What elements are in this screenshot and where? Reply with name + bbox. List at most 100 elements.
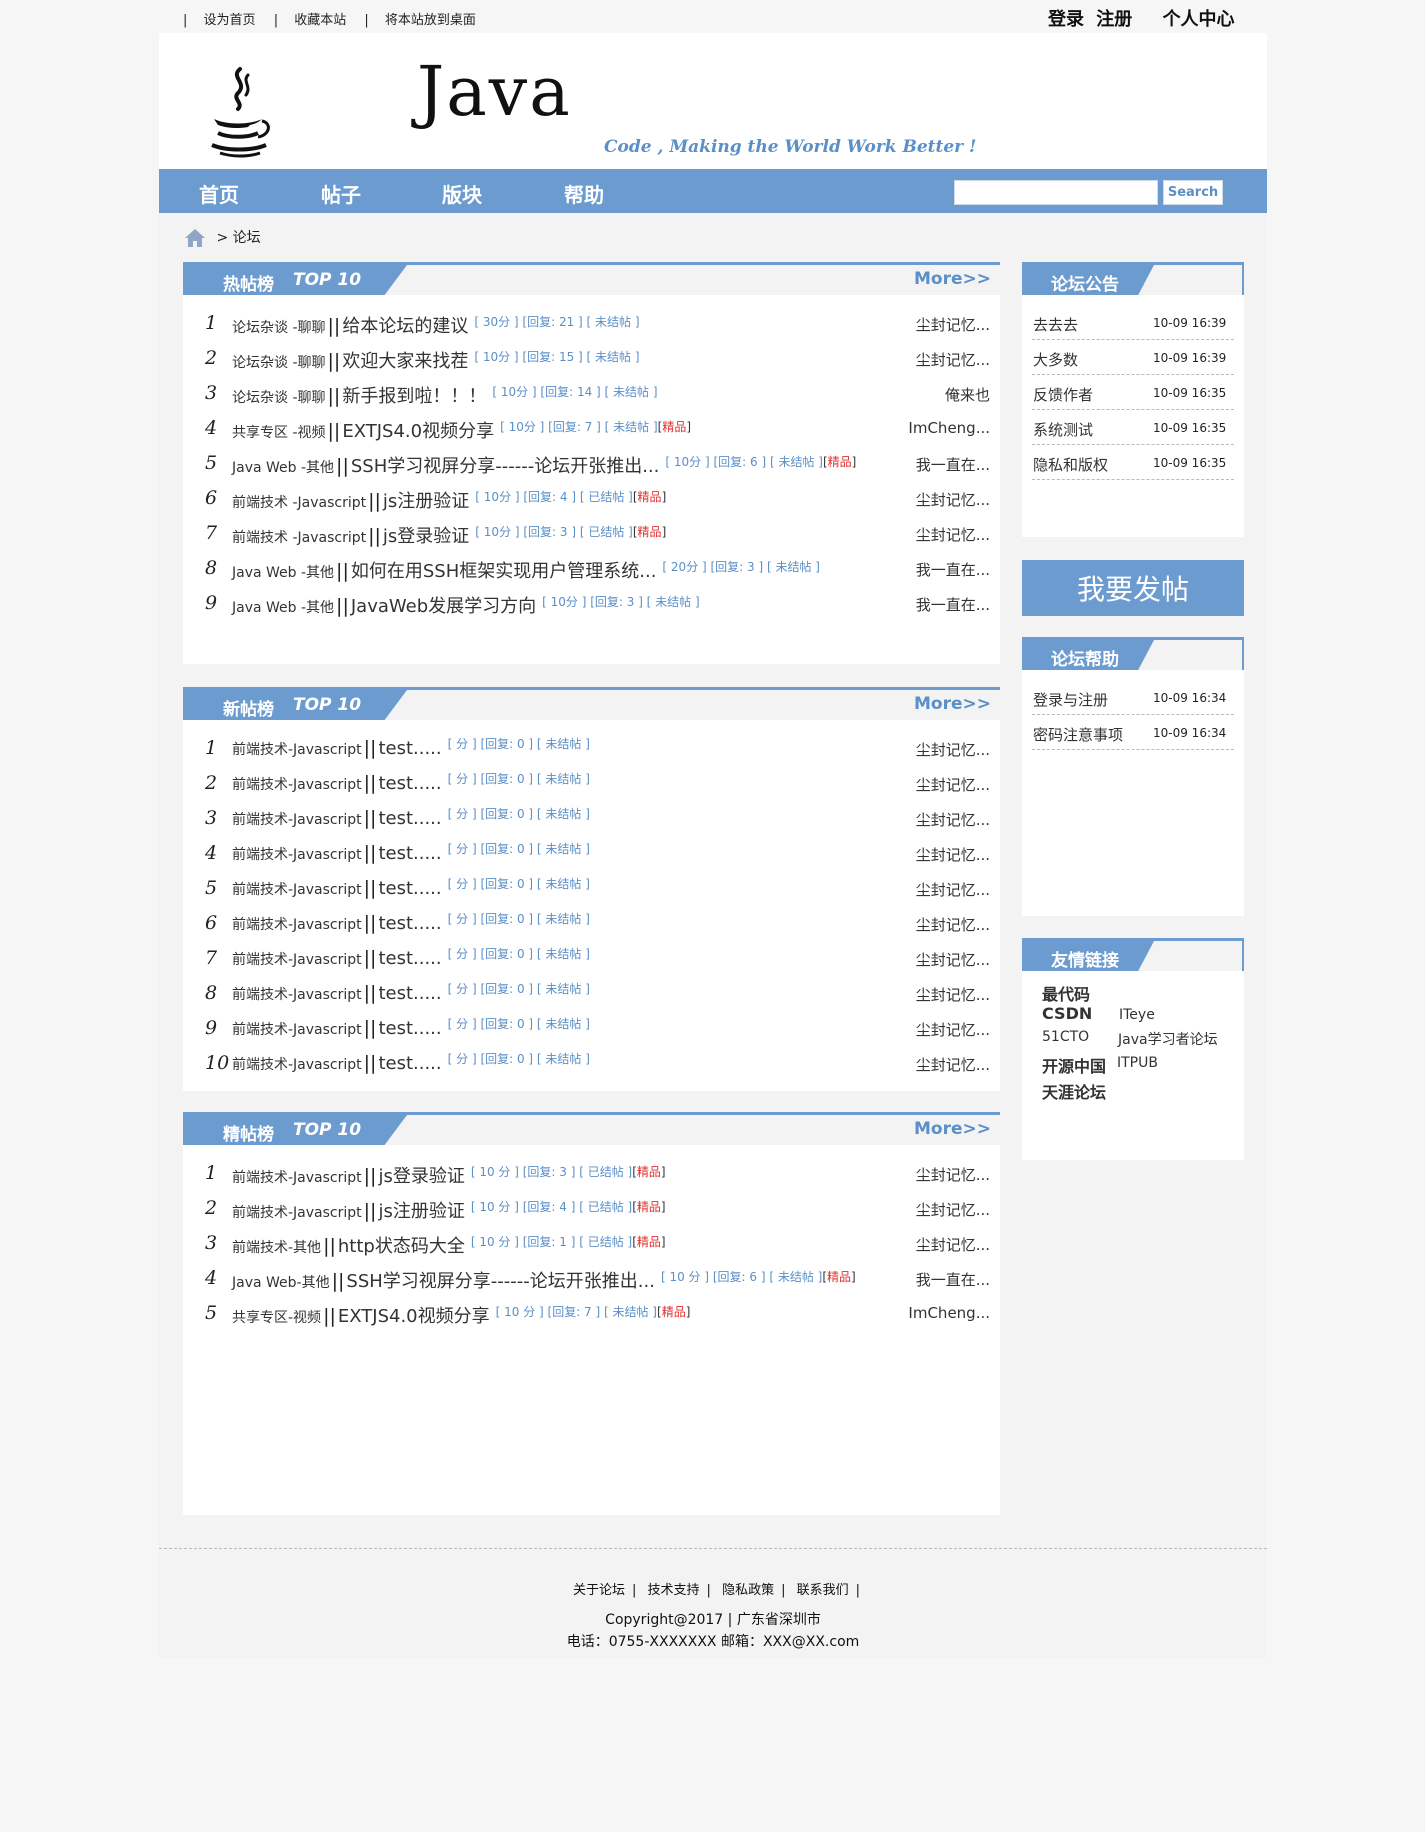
post-row[interactable]: 2 前端技术-Javascript || test..... [ 分 ] [回复: 0 … xyxy=(183,766,1000,801)
post-row[interactable]: 4 Java Web-其他 || SSH学习视屏分享------论坛开张推出... [ … xyxy=(183,1261,1000,1296)
notice-item[interactable]: 反馈作者 10-09 16:35 xyxy=(1032,375,1234,410)
post-title-link[interactable]: JavaWeb发展学习方向 xyxy=(351,596,536,617)
post-title-link[interactable]: test..... xyxy=(378,843,441,864)
post-category-link[interactable]: 前端技术-Javascript xyxy=(232,1205,362,1221)
post-author-link[interactable]: 我一直在... xyxy=(916,454,990,475)
post-author-link[interactable]: 尘封记忆... xyxy=(916,809,990,830)
post-author-link[interactable]: 尘封记忆... xyxy=(916,489,990,510)
post-title-link[interactable]: js注册验证 xyxy=(378,1201,464,1222)
post-category-link[interactable]: 前端技术-Javascript xyxy=(232,812,362,828)
post-title-link[interactable]: js注册验证 xyxy=(383,491,469,512)
notice-item[interactable]: 隐私和版权 10-09 16:35 xyxy=(1032,445,1234,480)
post-author-link[interactable]: 尘封记忆... xyxy=(916,844,990,865)
logo-wordmark[interactable]: Java xyxy=(417,53,572,132)
post-author-link[interactable]: 我一直在... xyxy=(916,559,990,580)
post-row[interactable]: 1 前端技术-Javascript || test..... [ 分 ] [回复: 0 … xyxy=(183,731,1000,766)
post-category-link[interactable]: Java Web -其他 xyxy=(232,460,334,476)
post-title-link[interactable]: test..... xyxy=(378,948,441,969)
post-row[interactable]: 5 前端技术-Javascript || test..... [ 分 ] [回复: 0 … xyxy=(183,871,1000,906)
breadcrumb-current[interactable]: 论坛 xyxy=(233,230,261,246)
post-category-link[interactable]: 前端技术-Javascript xyxy=(232,952,362,968)
post-category-link[interactable]: Java Web -其他 xyxy=(232,600,334,616)
post-author-link[interactable]: 我一直在... xyxy=(916,594,990,615)
post-author-link[interactable]: 尘封记忆... xyxy=(916,349,990,370)
post-row[interactable]: 7 前端技术 -Javascript || js登录验证 [ 10分 ] [回复: 3 … xyxy=(183,516,1000,551)
post-author-link[interactable]: 尘封记忆... xyxy=(916,1199,990,1220)
post-title-link[interactable]: EXTJS4.0视频分享 xyxy=(342,421,494,442)
notice-item-title[interactable]: 隐私和版权 xyxy=(1033,454,1108,475)
post-row[interactable]: 6 前端技术-Javascript || test..... [ 分 ] [回复: 0 … xyxy=(183,906,1000,941)
post-title-link[interactable]: test..... xyxy=(378,808,441,829)
post-row[interactable]: 9 前端技术-Javascript || test..... [ 分 ] [回复: 0 … xyxy=(183,1011,1000,1046)
home-icon[interactable] xyxy=(184,227,206,249)
help-item[interactable]: 登录与注册 10-09 16:34 xyxy=(1032,680,1234,715)
post-category-link[interactable]: 前端技术-Javascript xyxy=(232,777,362,793)
post-author-link[interactable]: 尘封记忆... xyxy=(916,1164,990,1185)
post-category-link[interactable]: 论坛杂谈 -聊聊 xyxy=(232,355,326,371)
post-category-link[interactable]: 共享专区-视频 xyxy=(232,1310,321,1326)
post-title-link[interactable]: test..... xyxy=(378,1018,441,1039)
post-title-link[interactable]: test..... xyxy=(378,913,441,934)
post-title-link[interactable]: 给本论坛的建议 xyxy=(342,316,468,337)
nav-item-home[interactable]: 首页 xyxy=(199,179,239,208)
footer-link-contact[interactable]: 联系我们 xyxy=(797,1583,849,1598)
post-title-link[interactable]: SSH学习视屏分享------论坛开张推出... xyxy=(346,1271,655,1292)
nav-item-boards[interactable]: 版块 xyxy=(442,179,482,208)
post-category-link[interactable]: 前端技术-Javascript xyxy=(232,882,362,898)
post-title-link[interactable]: 如何在用SSH框架实现用户管理系统... xyxy=(351,561,657,582)
post-category-link[interactable]: 前端技术-Javascript xyxy=(232,987,362,1003)
post-category-link[interactable]: 前端技术-Javascript xyxy=(232,847,362,863)
post-category-link[interactable]: 前端技术-Javascript xyxy=(232,1057,362,1073)
post-row[interactable]: 5 Java Web -其他 || SSH学习视屏分享------论坛开张推出... [… xyxy=(183,446,1000,481)
post-author-link[interactable]: 尘封记忆... xyxy=(916,1019,990,1040)
register-link[interactable]: 注册 xyxy=(1096,9,1132,30)
post-category-link[interactable]: 前端技术-Javascript xyxy=(232,917,362,933)
more-link[interactable]: More>> xyxy=(914,1119,991,1139)
post-row[interactable]: 1 论坛杂谈 -聊聊 || 给本论坛的建议 [ 30分 ] [回复: 21 ] [ 未结… xyxy=(183,306,1000,341)
post-author-link[interactable]: 尘封记忆... xyxy=(916,774,990,795)
user-center-link[interactable]: 个人中心 xyxy=(1163,9,1235,30)
post-title-link[interactable]: test..... xyxy=(378,878,441,899)
friend-link[interactable]: 天涯论坛 xyxy=(1042,1079,1106,1103)
post-category-link[interactable]: 论坛杂谈 -聊聊 xyxy=(232,320,326,336)
post-category-link[interactable]: 前端技术-Javascript xyxy=(232,1022,362,1038)
post-title-link[interactable]: test..... xyxy=(378,1053,441,1074)
post-title-link[interactable]: test..... xyxy=(378,983,441,1004)
post-title-link[interactable]: http状态码大全 xyxy=(338,1236,465,1257)
post-title-link[interactable]: js登录验证 xyxy=(378,1166,464,1187)
notice-item-title[interactable]: 去去去 xyxy=(1033,314,1078,335)
post-row[interactable]: 4 前端技术-Javascript || test..... [ 分 ] [回复: 0 … xyxy=(183,836,1000,871)
post-row[interactable]: 8 Java Web -其他 || 如何在用SSH框架实现用户管理系统... [ 20分… xyxy=(183,551,1000,586)
post-author-link[interactable]: 尘封记忆... xyxy=(916,739,990,760)
post-title-link[interactable]: 新手报到啦！！！ xyxy=(342,386,486,407)
more-link[interactable]: More>> xyxy=(914,694,991,714)
post-title-link[interactable]: js登录验证 xyxy=(383,526,469,547)
post-title-link[interactable]: test..... xyxy=(378,773,441,794)
desktop-shortcut-link[interactable]: 将本站放到桌面 xyxy=(385,13,476,28)
post-row[interactable]: 9 Java Web -其他 || JavaWeb发展学习方向 [ 10分 ] [回复:… xyxy=(183,586,1000,621)
new-post-button[interactable]: 我要发帖 xyxy=(1022,560,1244,616)
footer-link-about[interactable]: 关于论坛 xyxy=(573,1583,625,1598)
nav-item-posts[interactable]: 帖子 xyxy=(321,179,361,208)
friend-link[interactable]: 开源中国 xyxy=(1042,1053,1106,1077)
notice-item[interactable]: 大多数 10-09 16:39 xyxy=(1032,340,1234,375)
post-row[interactable]: 4 共享专区 -视频 || EXTJS4.0视频分享 [ 10分 ] [回复: 7 ] … xyxy=(183,411,1000,446)
post-author-link[interactable]: 俺来也 xyxy=(945,384,990,405)
friend-link[interactable]: Java学习者论坛 xyxy=(1118,1029,1218,1049)
footer-link-privacy[interactable]: 隐私政策 xyxy=(722,1583,774,1598)
post-row[interactable]: 2 前端技术-Javascript || js注册验证 [ 10 分 ] [回复: 4 … xyxy=(183,1191,1000,1226)
set-homepage-link[interactable]: 设为首页 xyxy=(204,13,256,28)
post-author-link[interactable]: 尘封记忆... xyxy=(916,879,990,900)
post-category-link[interactable]: 论坛杂谈 -聊聊 xyxy=(232,390,326,406)
search-input[interactable] xyxy=(954,180,1158,205)
notice-item[interactable]: 系统测试 10-09 16:35 xyxy=(1032,410,1234,445)
more-link[interactable]: More>> xyxy=(914,269,991,289)
post-row[interactable]: 6 前端技术 -Javascript || js注册验证 [ 10分 ] [回复: 4 … xyxy=(183,481,1000,516)
post-author-link[interactable]: ImCheng... xyxy=(908,1304,990,1322)
notice-item-title[interactable]: 系统测试 xyxy=(1033,419,1093,440)
post-author-link[interactable]: 尘封记忆... xyxy=(916,1234,990,1255)
notice-item-title[interactable]: 大多数 xyxy=(1033,349,1078,370)
friend-link[interactable]: 51CTO xyxy=(1042,1029,1089,1045)
notice-item[interactable]: 去去去 10-09 16:39 xyxy=(1032,305,1234,340)
post-author-link[interactable]: 尘封记忆... xyxy=(916,914,990,935)
